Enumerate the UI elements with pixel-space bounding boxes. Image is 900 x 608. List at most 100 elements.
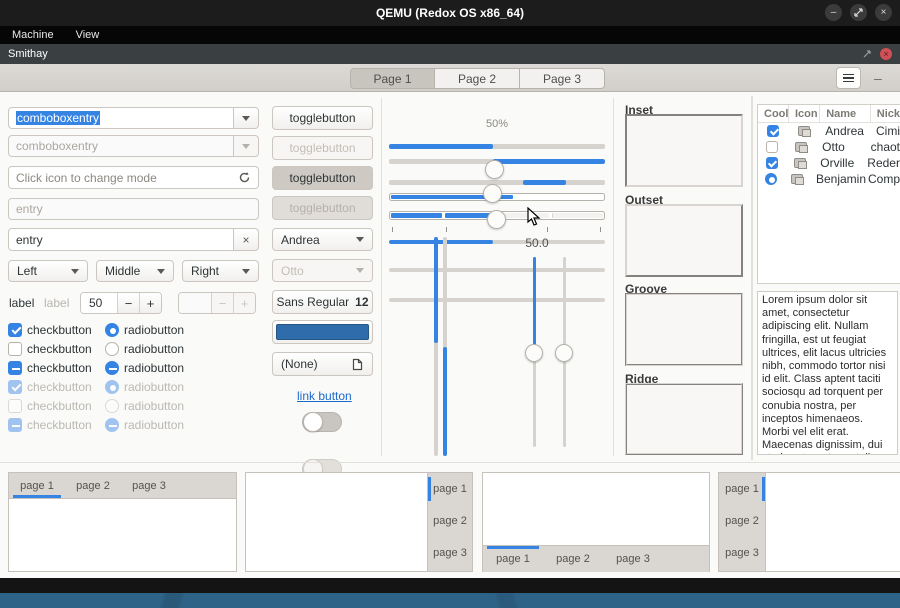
vscale-2-knob[interactable] <box>555 344 573 362</box>
spin-increment-button[interactable]: + <box>139 293 161 313</box>
nb-bottom-tab-page-3[interactable]: page 3 <box>603 546 663 572</box>
tab-page-2[interactable]: Page 2 <box>435 68 520 89</box>
nb-left-tab-page-2[interactable]: page 2 <box>719 505 765 537</box>
notebook-left-strip: page 1 page 2 page 3 <box>719 473 766 571</box>
spin-decrement-button-disabled: − <box>211 293 233 313</box>
togglebutton-normal[interactable]: togglebutton <box>272 106 373 130</box>
hscale-3-track[interactable] <box>389 298 605 302</box>
nb-right-tab-page-3[interactable]: page 3 <box>428 537 472 569</box>
notebook-tabs-top: page 1 page 2 page 3 <box>8 472 237 572</box>
checkbutton-checked[interactable]: checkbutton <box>8 323 105 337</box>
lorem-textview[interactable]: Lorem ipsum dolor sit amet, consectetur … <box>757 291 898 455</box>
headerbar-minimize-icon[interactable]: – <box>874 70 882 86</box>
nb-top-tab-page-1[interactable]: page 1 <box>9 473 65 498</box>
entry-input[interactable]: entry <box>8 228 234 251</box>
hscale-2-knob[interactable] <box>483 184 502 203</box>
qemu-titlebar: QEMU (Redox OS x86_64) – × <box>0 0 900 26</box>
nb-bottom-tab-page-2[interactable]: page 2 <box>543 546 603 572</box>
compositor-close-icon[interactable]: × <box>880 48 892 60</box>
vscale-1-knob[interactable] <box>525 344 543 362</box>
compositor-resize-icon[interactable] <box>862 49 872 59</box>
icon-entry-placeholder: Click icon to change mode <box>16 171 238 185</box>
tree-header: Cool Icon Name Nick <box>758 105 900 123</box>
nb-left-tab-page-3[interactable]: page 3 <box>719 537 765 569</box>
dropdown-left[interactable]: Left <box>8 260 88 282</box>
nb-bottom-tab-page-1[interactable]: page 1 <box>483 546 543 572</box>
active-tab-indicator <box>487 546 539 549</box>
active-tab-indicator <box>13 495 61 498</box>
spin-decrement-button[interactable]: − <box>117 293 139 313</box>
frame-ridge <box>625 383 743 455</box>
progressbar-ltr <box>389 144 605 149</box>
table-row[interactable]: Andrea Cimi <box>758 123 900 139</box>
checkbox-unchecked-icon[interactable] <box>766 141 778 153</box>
window-restore-icon[interactable] <box>850 4 867 21</box>
spinbutton[interactable]: 50 − + <box>80 292 162 314</box>
radio-unselected-icon[interactable] <box>105 342 119 356</box>
hamburger-menu-button[interactable] <box>836 67 861 89</box>
progress-label: 50% <box>389 118 605 130</box>
dropdown-right[interactable]: Right <box>182 260 259 282</box>
hscale-2-track[interactable] <box>389 268 605 272</box>
switch-knob[interactable] <box>303 412 323 432</box>
combobox-entry-text: comboboxentry <box>16 111 100 125</box>
name-combobox-value: Andrea <box>281 233 320 247</box>
tree-col-cool[interactable]: Cool <box>758 105 789 122</box>
dropdown-middle[interactable]: Middle <box>96 260 174 282</box>
nb-right-content <box>246 473 427 571</box>
link-button[interactable]: link button <box>297 389 352 403</box>
radiobutton-mixed[interactable]: radiobutton <box>105 361 184 375</box>
checkbox-checked-icon[interactable] <box>8 323 22 337</box>
checkbutton-unchecked[interactable]: checkbutton <box>8 342 105 356</box>
font-button[interactable]: Sans Regular 12 <box>272 290 373 314</box>
color-button[interactable] <box>272 320 373 344</box>
togglebutton-active[interactable]: togglebutton <box>272 166 373 190</box>
app-chooser-button[interactable]: (None) <box>272 352 373 376</box>
menu-view[interactable]: View <box>76 29 100 41</box>
checkbutton-mixed[interactable]: checkbutton <box>8 361 105 375</box>
radiobutton-selected[interactable]: radiobutton <box>105 323 184 337</box>
entry-clear-button[interactable]: × <box>233 228 259 251</box>
combobox-entry-disabled-input: comboboxentry <box>8 135 234 157</box>
combobox-entry-input[interactable]: comboboxentry <box>8 107 234 129</box>
menu-machine[interactable]: Machine <box>12 29 54 41</box>
hscale-1-knob[interactable] <box>485 160 504 179</box>
nb-top-tab-page-3[interactable]: page 3 <box>121 473 177 498</box>
togglebutton-active-disabled: togglebutton <box>272 196 373 220</box>
nb-left-tab-page-1[interactable]: page 1 <box>719 473 765 505</box>
spinbutton-value[interactable]: 50 <box>81 293 117 313</box>
window-minimize-icon[interactable]: – <box>825 4 842 21</box>
treeview[interactable]: Cool Icon Name Nick Andrea Cimi Otto cha… <box>757 104 900 284</box>
nb-right-tab-page-2[interactable]: page 2 <box>428 505 472 537</box>
radio-mixed-icon[interactable] <box>105 361 119 375</box>
combobox-entry-dropdown-button[interactable] <box>233 107 259 129</box>
tree-col-icon[interactable]: Icon <box>789 105 820 122</box>
icon-entry-input[interactable]: Click icon to change mode <box>8 166 259 189</box>
scale-mark <box>547 227 548 232</box>
radio-selected-icon[interactable] <box>105 323 119 337</box>
checkbox-unchecked-icon[interactable] <box>8 342 22 356</box>
radiobutton-unselected[interactable]: radiobutton <box>105 342 184 356</box>
tab-page-3[interactable]: Page 3 <box>520 68 605 89</box>
nb-top-tab-page-2[interactable]: page 2 <box>65 473 121 498</box>
label: label <box>9 296 34 310</box>
table-row[interactable]: Otto chaot <box>758 139 900 155</box>
window-close-icon[interactable]: × <box>875 4 892 21</box>
tree-col-nick[interactable]: Nick <box>871 105 900 122</box>
nb-right-tab-page-1[interactable]: page 1 <box>428 473 472 505</box>
switch-off[interactable] <box>302 412 342 432</box>
tab-page-1[interactable]: Page 1 <box>350 68 435 89</box>
checkbox-mixed-icon[interactable] <box>8 361 22 375</box>
tree-col-name[interactable]: Name <box>820 105 871 122</box>
change-mode-icon[interactable] <box>238 171 251 184</box>
hscale-1-track[interactable] <box>389 240 605 244</box>
font-button-family: Sans Regular <box>276 295 349 309</box>
name-combobox[interactable]: Andrea <box>272 228 373 251</box>
hscale-3-knob[interactable] <box>487 210 506 229</box>
checkbox-checked-icon[interactable] <box>767 125 779 137</box>
table-row[interactable]: Benjamin Comp <box>758 171 900 187</box>
image-icon <box>791 174 803 184</box>
table-row[interactable]: Orville Reder <box>758 155 900 171</box>
checkbox-checked-icon[interactable] <box>766 157 778 169</box>
radio-selected-icon[interactable] <box>765 173 777 185</box>
